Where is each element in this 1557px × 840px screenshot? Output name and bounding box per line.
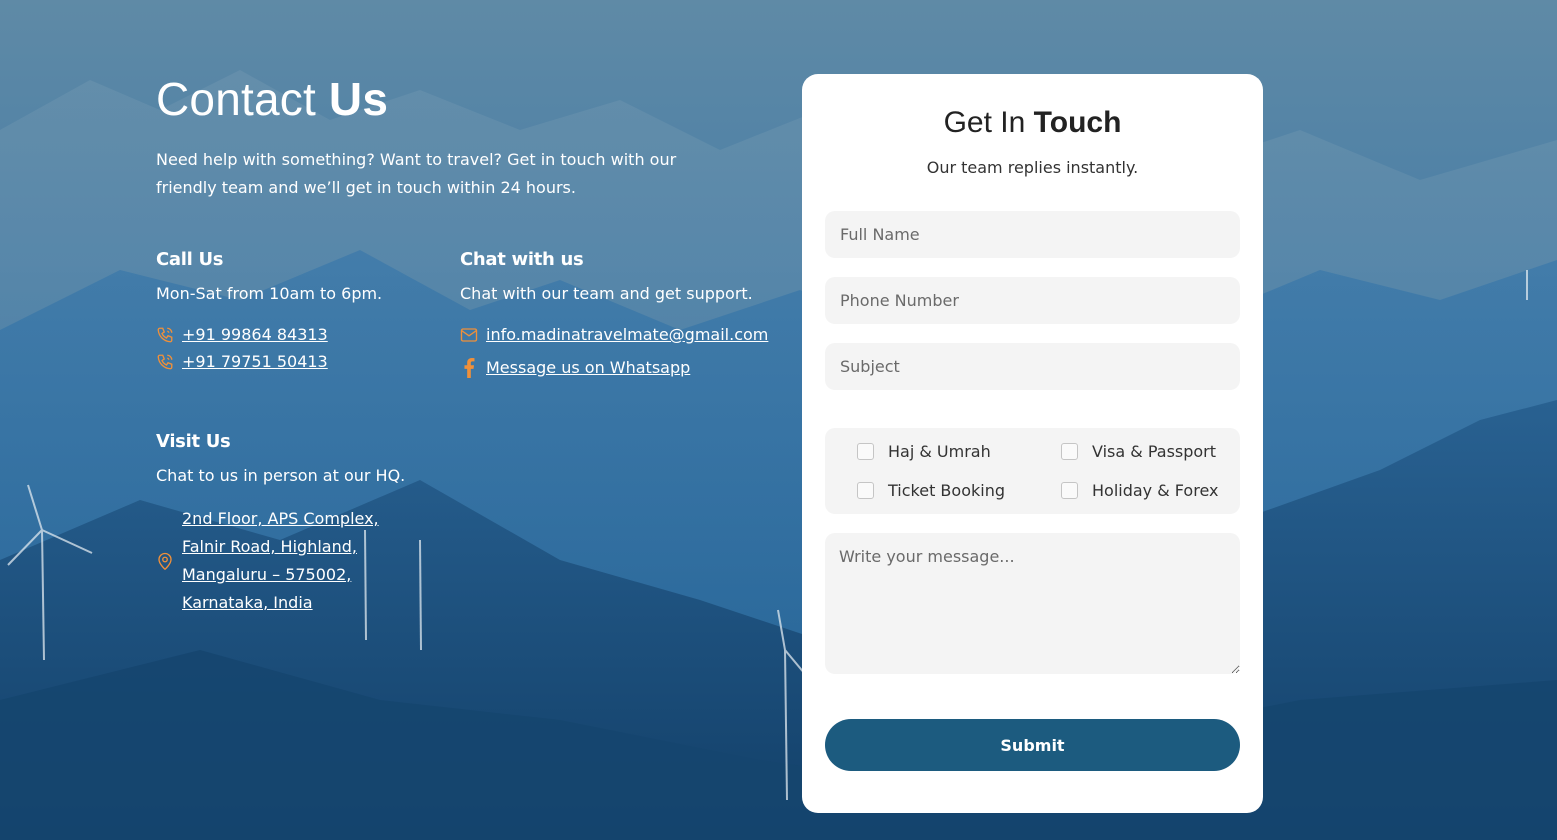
chat-section: Chat with us Chat with our team and get … bbox=[460, 249, 768, 378]
call-us-heading: Call Us bbox=[156, 249, 224, 270]
phone-icon bbox=[156, 326, 174, 344]
checkbox-box[interactable] bbox=[1061, 482, 1078, 499]
message-textarea[interactable] bbox=[825, 533, 1240, 674]
whatsapp-link[interactable]: Message us on Whatsapp bbox=[486, 358, 690, 377]
whatsapp-line: Message us on Whatsapp bbox=[460, 357, 768, 378]
contact-form-card: Get In Touch Our team replies instantly.… bbox=[802, 74, 1263, 813]
email-link[interactable]: info.madinatravelmate@gmail.com bbox=[486, 325, 768, 344]
address-line: 2nd Floor, APS Complex, Falnir Road, Hig… bbox=[156, 505, 422, 617]
checkbox-label: Ticket Booking bbox=[888, 481, 1005, 500]
call-us-hours: Mon-Sat from 10am to 6pm. bbox=[156, 284, 383, 303]
phone-link-2[interactable]: +91 79751 50413 bbox=[182, 352, 328, 371]
phone-line-2: +91 79751 50413 bbox=[156, 352, 382, 371]
chat-text: Chat with our team and get support. bbox=[460, 284, 753, 303]
checkbox-label: Visa & Passport bbox=[1092, 442, 1217, 461]
checkbox-box[interactable] bbox=[857, 482, 874, 499]
call-us-section: Call Us Mon-Sat from 10am to 6pm. +91 99… bbox=[156, 249, 382, 371]
services-checkbox-group: Haj & Umrah Visa & Passport Ticket Booki… bbox=[825, 428, 1240, 514]
submit-button[interactable]: Submit bbox=[825, 719, 1240, 771]
visit-us-section: Visit Us Chat to us in person at our HQ.… bbox=[156, 431, 422, 617]
email-line: info.madinatravelmate@gmail.com bbox=[460, 325, 768, 344]
checkbox-label: Holiday & Forex bbox=[1092, 481, 1219, 500]
checkbox-box[interactable] bbox=[857, 443, 874, 460]
full-name-input[interactable] bbox=[825, 211, 1240, 258]
checkbox-box[interactable] bbox=[1061, 443, 1078, 460]
form-subtitle: Our team replies instantly. bbox=[926, 158, 1139, 177]
checkbox-label: Haj & Umrah bbox=[888, 442, 991, 461]
checkbox-haj-umrah[interactable]: Haj & Umrah bbox=[857, 442, 991, 461]
phone-line-1: +91 99864 84313 bbox=[156, 325, 382, 344]
phone-icon bbox=[156, 353, 174, 371]
chat-heading: Chat with us bbox=[460, 249, 584, 270]
facebook-icon bbox=[460, 357, 478, 378]
map-pin-icon bbox=[156, 552, 174, 570]
subject-input[interactable] bbox=[825, 343, 1240, 390]
visit-us-text: Chat to us in person at our HQ. bbox=[156, 466, 406, 485]
phone-number-input[interactable] bbox=[825, 277, 1240, 324]
intro-text: Need help with something? Want to travel… bbox=[156, 150, 677, 197]
mail-icon bbox=[460, 326, 478, 344]
address-link[interactable]: 2nd Floor, APS Complex, Falnir Road, Hig… bbox=[182, 505, 422, 617]
checkbox-ticket-booking[interactable]: Ticket Booking bbox=[857, 481, 1005, 500]
visit-us-heading: Visit Us bbox=[156, 431, 231, 452]
checkbox-visa-passport[interactable]: Visa & Passport bbox=[1061, 442, 1216, 461]
checkbox-holiday-forex[interactable]: Holiday & Forex bbox=[1061, 481, 1218, 500]
form-title: Get In Touch bbox=[943, 106, 1122, 139]
page-title: Contact Us bbox=[156, 73, 389, 125]
phone-link-1[interactable]: +91 99864 84313 bbox=[182, 325, 328, 344]
contact-info: Contact Us Need help with something? Wan… bbox=[156, 72, 776, 202]
